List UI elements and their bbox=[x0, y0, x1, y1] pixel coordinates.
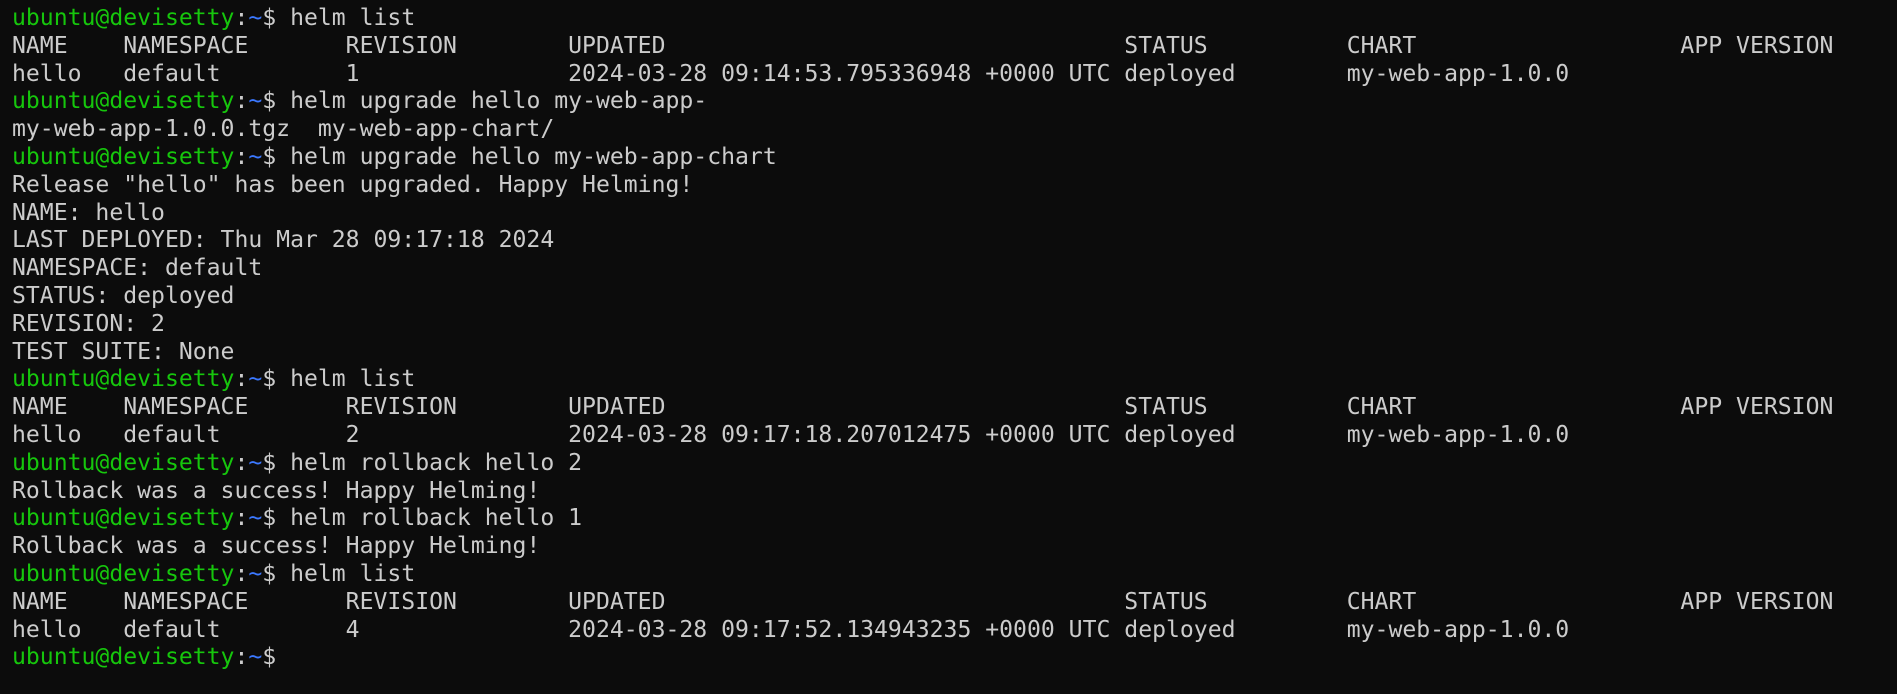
prompt-user-host: ubuntu@devisetty bbox=[12, 449, 235, 476]
prompt-colon: : bbox=[234, 366, 249, 393]
output-line: NAME: hello bbox=[12, 199, 165, 226]
output-line: REVISION: 2 bbox=[12, 310, 165, 337]
prompt-line: ubuntu@devisetty:~$ helm list bbox=[12, 366, 1897, 394]
prompt-symbol: $ bbox=[262, 88, 291, 115]
command-text: helm upgrade hello my-web-app- bbox=[290, 88, 708, 115]
prompt-symbol: $ bbox=[262, 143, 291, 170]
prompt-colon: : bbox=[234, 505, 249, 532]
prompt-path: ~ bbox=[248, 88, 263, 115]
prompt-line: ubuntu@devisetty:~$ helm list bbox=[12, 561, 1897, 589]
prompt-user-host: ubuntu@devisetty bbox=[12, 143, 235, 170]
prompt-colon: : bbox=[234, 449, 249, 476]
output-line: hello default 1 2024-03-28 09:14:53.7953… bbox=[12, 60, 1570, 87]
prompt-path: ~ bbox=[248, 449, 263, 476]
prompt-path: ~ bbox=[248, 143, 263, 170]
prompt-path: ~ bbox=[248, 366, 263, 393]
command-text: helm upgrade hello my-web-app-chart bbox=[290, 143, 777, 170]
terminal-output: ubuntu@devisetty:~$ helm list NAME NAMESP… bbox=[12, 5, 1897, 672]
output-line: NAME NAMESPACE REVISION UPDATED STATUS C… bbox=[12, 394, 1834, 421]
prompt-user-host: ubuntu@devisetty bbox=[12, 5, 235, 31]
terminal-window[interactable]: ubuntu@devisetty:~$ helm list NAME NAMESP… bbox=[0, 0, 1897, 694]
output-line: hello default 4 2024-03-28 09:17:52.1349… bbox=[12, 616, 1570, 643]
output-line: TEST SUITE: None bbox=[12, 338, 235, 365]
prompt-symbol: $ bbox=[262, 644, 291, 671]
prompt-path: ~ bbox=[248, 505, 263, 532]
prompt-path: ~ bbox=[248, 644, 263, 671]
command-text: helm list bbox=[290, 5, 416, 31]
prompt-colon: : bbox=[234, 5, 249, 31]
prompt-path: ~ bbox=[248, 560, 263, 587]
prompt-user-host: ubuntu@devisetty bbox=[12, 88, 235, 115]
prompt-user-host: ubuntu@devisetty bbox=[12, 560, 235, 587]
output-line: NAME NAMESPACE REVISION UPDATED STATUS C… bbox=[12, 588, 1834, 615]
prompt-colon: : bbox=[234, 143, 249, 170]
output-line: hello default 2 2024-03-28 09:17:18.2070… bbox=[12, 421, 1570, 448]
prompt-user-host: ubuntu@devisetty bbox=[12, 644, 235, 671]
prompt-symbol: $ bbox=[262, 366, 291, 393]
output-line: STATUS: deployed bbox=[12, 282, 235, 309]
prompt-line: ubuntu@devisetty:~$ helm rollback hello … bbox=[12, 450, 1897, 478]
prompt-path: ~ bbox=[248, 5, 263, 31]
output-line: LAST DEPLOYED: Thu Mar 28 09:17:18 2024 bbox=[12, 227, 555, 254]
prompt-line: ubuntu@devisetty:~$ helm upgrade hello m… bbox=[12, 144, 1897, 172]
prompt-symbol: $ bbox=[262, 5, 291, 31]
output-line: NAMESPACE: default bbox=[12, 255, 263, 282]
command-text: helm list bbox=[290, 366, 416, 393]
output-line: Rollback was a success! Happy Helming! bbox=[12, 477, 541, 504]
prompt-line: ubuntu@devisetty:~$ helm list bbox=[12, 5, 1897, 33]
prompt-symbol: $ bbox=[262, 449, 291, 476]
prompt-line: ubuntu@devisetty:~$ helm upgrade hello m… bbox=[12, 88, 1897, 116]
prompt-user-host: ubuntu@devisetty bbox=[12, 366, 235, 393]
active-prompt-line[interactable]: ubuntu@devisetty:~$ bbox=[12, 644, 1897, 672]
prompt-line: ubuntu@devisetty:~$ helm rollback hello … bbox=[12, 505, 1897, 533]
command-text: helm rollback hello 1 bbox=[290, 505, 583, 532]
output-line: NAME NAMESPACE REVISION UPDATED STATUS C… bbox=[12, 32, 1834, 59]
command-text: helm list bbox=[290, 560, 416, 587]
prompt-colon: : bbox=[234, 644, 249, 671]
output-line: Rollback was a success! Happy Helming! bbox=[12, 533, 541, 560]
prompt-colon: : bbox=[234, 88, 249, 115]
prompt-colon: : bbox=[234, 560, 249, 587]
command-text: helm rollback hello 2 bbox=[290, 449, 583, 476]
output-line: my-web-app-1.0.0.tgz my-web-app-chart/ bbox=[12, 116, 555, 143]
prompt-symbol: $ bbox=[262, 505, 291, 532]
prompt-user-host: ubuntu@devisetty bbox=[12, 505, 235, 532]
output-line: Release "hello" has been upgraded. Happy… bbox=[12, 171, 694, 198]
prompt-symbol: $ bbox=[262, 560, 291, 587]
